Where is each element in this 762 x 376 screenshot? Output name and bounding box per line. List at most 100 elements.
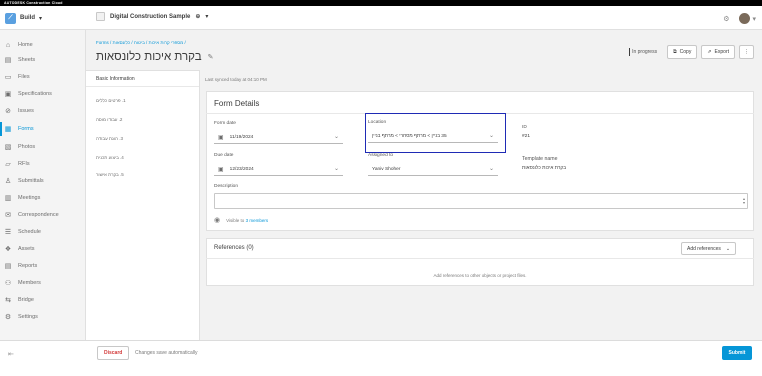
chevron-down-icon: ⌄ — [333, 166, 339, 172]
user-menu[interactable]: ▾ — [739, 13, 756, 24]
section-list: Basic Information 1. פרטים כללים 2. עבוד… — [86, 70, 200, 340]
sidebar-item-label: Issues — [18, 108, 34, 114]
assigned-to-field[interactable]: Yaniv Shoher ⌄ — [368, 163, 498, 176]
sidebar-item-label: Correspondence — [18, 212, 59, 218]
eye-icon: ◉ — [214, 217, 221, 224]
export-icon: ⇗ — [707, 49, 712, 55]
sidebar-item-submittals[interactable]: ♙ Submittals — [4, 174, 84, 188]
chevron-down-icon: ⌄ — [725, 245, 731, 252]
chevron-down-icon: ▾ — [205, 14, 209, 20]
module-name: Build — [20, 15, 35, 21]
photos-icon: ▧ — [4, 144, 12, 151]
app-header: ⟋ Build ▾ Digital Construction Sample ⊕ … — [0, 6, 762, 30]
sidebar-item-photos[interactable]: ▧ Photos — [4, 140, 84, 154]
autosave-note: Changes save automatically — [135, 350, 198, 356]
breadcrumb[interactable]: Forms / מספרי קרות איכות / ביטוח / כלונס… — [96, 40, 186, 45]
focus-highlight — [365, 113, 506, 153]
status-label: In progress — [632, 49, 658, 55]
due-date-field[interactable]: ▣ 12/23/2024 ⌄ — [214, 163, 343, 176]
members-icon: ⚇ — [4, 280, 12, 287]
chevron-down-icon: ⌄ — [488, 166, 494, 172]
submit-button[interactable]: Submit — [722, 346, 752, 360]
chevron-down-icon: ⌄ — [333, 134, 339, 140]
module-switcher[interactable]: ⟋ Build ▾ — [5, 12, 42, 24]
sidebar-item-label: Forms — [18, 126, 34, 132]
sidebar: ⌂ Home ▤ Sheets ▭ Files ▣ Specifications ⊘ Is… — [0, 30, 86, 346]
more-vertical-icon: ⋮ — [744, 49, 749, 55]
resize-handle-icon[interactable]: ▴ ▾ — [743, 197, 745, 205]
sidebar-item-specifications[interactable]: ▣ Specifications — [4, 87, 84, 101]
calendar-icon: ▣ — [218, 166, 224, 173]
settings-gear-icon[interactable]: ⚙ — [723, 15, 729, 23]
visibility-row: ◉ Visible to 3 members — [214, 216, 268, 224]
project-switcher[interactable]: Digital Construction Sample ⊕ ▾ — [96, 12, 208, 21]
sidebar-item-bridge[interactable]: ⇆ Bridge — [4, 293, 84, 307]
template-name-value: בקרת איכות כלונסאות — [522, 166, 567, 171]
discard-button[interactable]: Discard — [97, 346, 130, 360]
form-details-title: Form Details — [214, 99, 260, 108]
section-item[interactable]: 3. הוגת עבודה — [96, 136, 123, 141]
section-heading[interactable]: Basic Information — [86, 71, 199, 87]
sync-status: Last synced today at 04:10 PM — [205, 77, 267, 82]
sidebar-item-label: Assets — [18, 246, 35, 252]
references-card — [206, 238, 754, 286]
sidebar-item-settings[interactable]: ⚙ Settings — [4, 310, 84, 324]
sidebar-item-meetings[interactable]: ▥ Meetings — [4, 191, 84, 205]
sidebar-item-forms[interactable]: ▦ Forms — [4, 122, 84, 136]
sidebar-item-label: Files — [18, 74, 30, 80]
references-title: References (0) — [214, 245, 254, 251]
sidebar-item-rfis[interactable]: ▱ RFIs — [4, 157, 84, 171]
template-name-label: Template name — [522, 156, 558, 162]
references-empty-state: Add references to other objects or proje… — [433, 273, 527, 278]
assigned-to-label: Assigned to — [368, 153, 394, 158]
divider — [206, 258, 754, 259]
settings-icon: ⚙ — [4, 314, 12, 321]
meetings-icon: ▥ — [4, 195, 12, 202]
due-date-label: Due date — [214, 153, 234, 158]
copy-button[interactable]: ⧉ Copy — [667, 45, 698, 59]
project-name: Digital Construction Sample — [110, 13, 191, 20]
members-link[interactable]: 3 members — [246, 218, 269, 223]
home-icon: ⌂ — [5, 41, 11, 49]
more-button[interactable]: ⋮ — [739, 45, 754, 59]
rfis-icon: ▱ — [5, 161, 11, 168]
copy-icon: ⧉ — [673, 49, 677, 55]
schedule-icon: ☰ — [4, 229, 12, 236]
form-date-value: 11/19/2024 — [229, 134, 254, 140]
sidebar-item-reports[interactable]: ▤ Reports — [4, 259, 84, 273]
sidebar-item-label: Meetings — [18, 195, 41, 201]
sidebar-item-label: Submittals — [18, 178, 44, 184]
sidebar-item-files[interactable]: ▭ Files — [4, 70, 84, 84]
pencil-icon[interactable]: ✎ — [208, 53, 214, 61]
section-item[interactable]: 2. עבודו מוסה — [96, 117, 122, 122]
section-item[interactable]: 4. ביצוע תכנית — [96, 155, 124, 160]
forms-icon: ▦ — [4, 126, 12, 133]
sidebar-item-sheets[interactable]: ▤ Sheets — [4, 53, 84, 67]
export-label: Export — [714, 49, 729, 55]
submittals-icon: ♙ — [4, 178, 12, 185]
section-item[interactable]: 1. פרטים כללים — [96, 98, 126, 103]
sidebar-item-label: Members — [18, 280, 41, 286]
sidebar-item-label: Schedule — [18, 229, 41, 235]
correspondence-icon: ✉ — [5, 212, 11, 219]
sidebar-item-schedule[interactable]: ☰ Schedule — [4, 225, 84, 239]
form-date-field[interactable]: ▣ 11/19/2024 ⌄ — [214, 131, 343, 144]
sidebar-item-issues[interactable]: ⊘ Issues — [4, 104, 84, 118]
due-date-value: 12/23/2024 — [229, 166, 254, 172]
sidebar-item-label: Reports — [18, 263, 38, 269]
description-label: Description — [214, 184, 238, 189]
assigned-to-value: Yaniv Shoher — [372, 166, 401, 172]
sidebar-item-label: RFIs — [18, 161, 30, 167]
add-references-button[interactable]: Add references ⌄ — [681, 242, 737, 255]
id-label: ID — [522, 125, 527, 130]
sidebar-item-home[interactable]: ⌂ Home — [4, 38, 84, 52]
export-button[interactable]: ⇗ Export — [701, 45, 735, 59]
sidebar-item-correspondence[interactable]: ✉ Correspondence — [4, 208, 84, 222]
specifications-icon: ▣ — [4, 91, 12, 98]
chevron-down-icon: ▾ — [752, 15, 756, 23]
description-input[interactable]: ▴ ▾ — [214, 193, 748, 209]
collapse-sidebar-icon[interactable]: ⇤ — [8, 350, 14, 358]
sidebar-item-members[interactable]: ⚇ Members — [4, 276, 84, 290]
section-item[interactable]: 5. בקרת אישור — [96, 172, 124, 177]
sidebar-item-assets[interactable]: ❖ Assets — [4, 242, 84, 256]
